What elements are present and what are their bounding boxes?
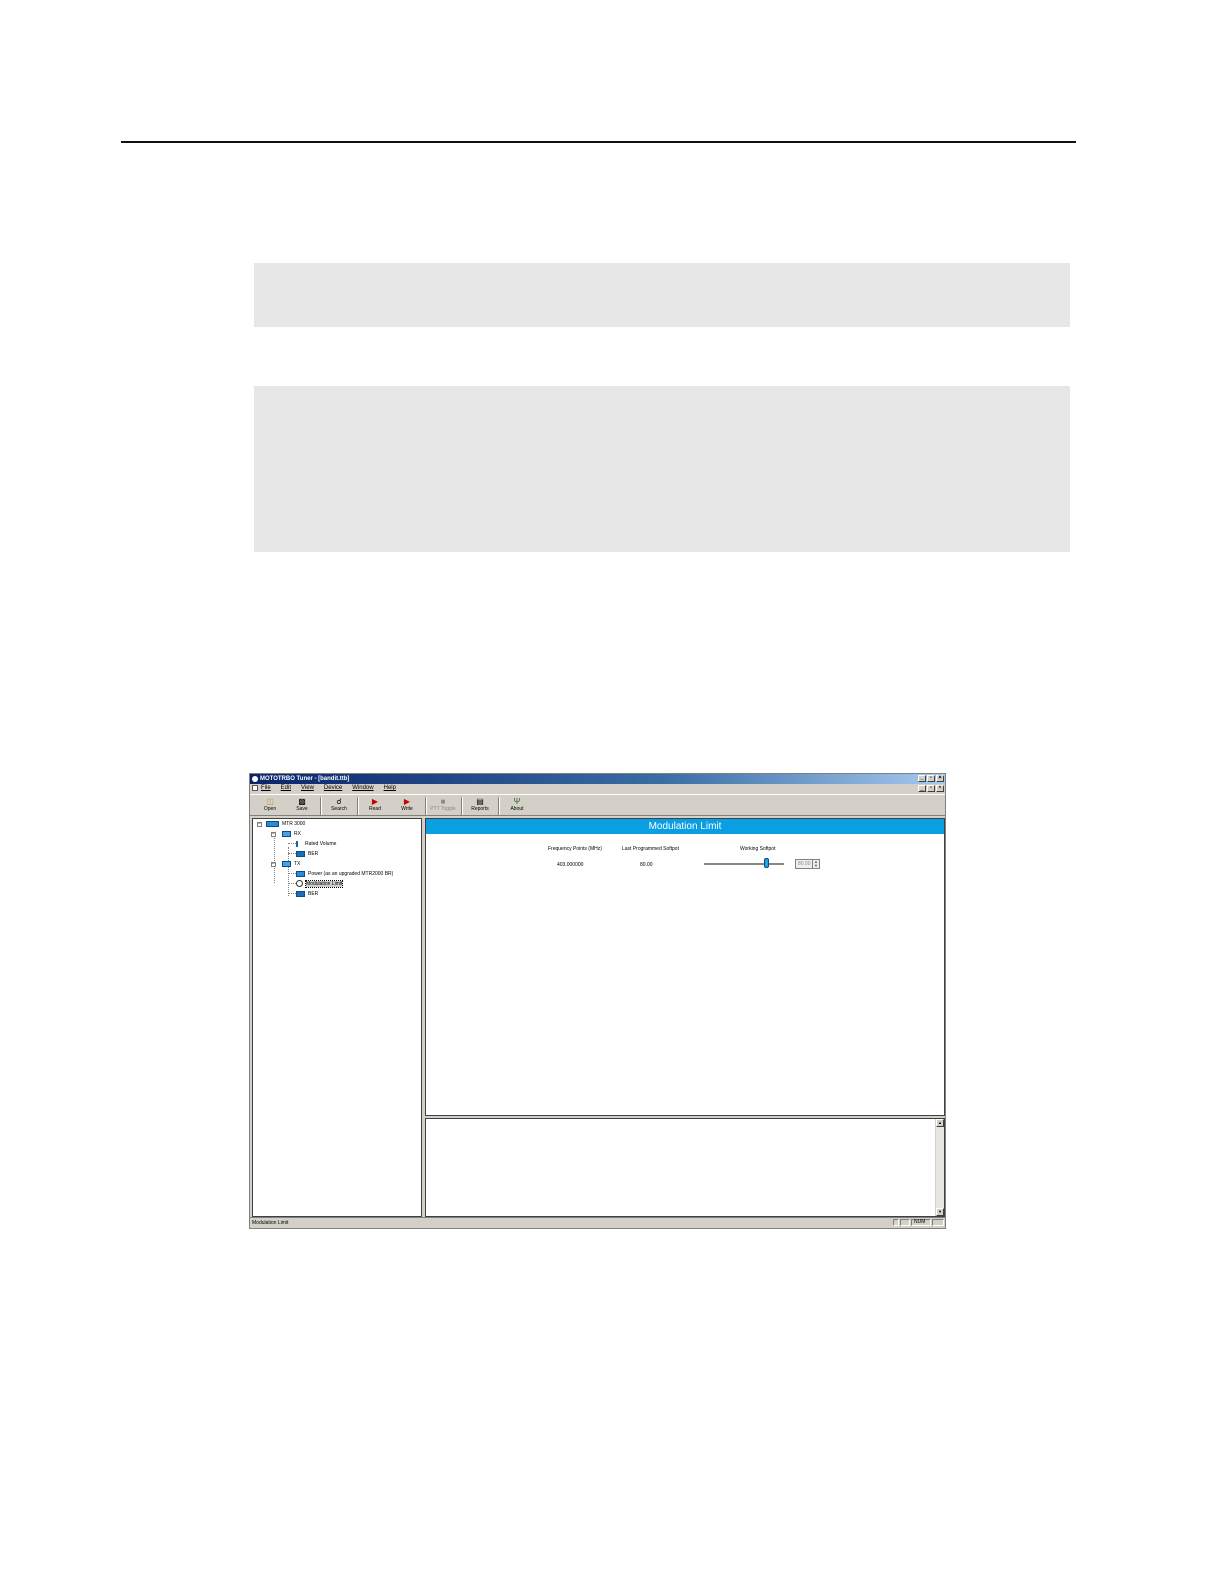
toolbar-separator	[425, 797, 427, 815]
reports-button[interactable]: ▤ Reports	[465, 796, 495, 816]
repeater-icon	[266, 820, 279, 827]
close-button[interactable]: ×	[936, 775, 944, 782]
title-bar[interactable]: MOTOTRBO Tuner - [bandit.ttb] _ ▫ ×	[250, 774, 945, 784]
toolbar-separator	[498, 797, 500, 815]
folder-icon	[282, 830, 291, 837]
document-controls: _ ▫ ×	[918, 785, 944, 793]
tree-item-rated-volume[interactable]: Rated Volume	[296, 840, 336, 849]
tuner-window: MOTOTRBO Tuner - [bandit.ttb] _ ▫ × File…	[249, 773, 946, 1229]
read-button[interactable]: ▶ Read	[360, 796, 390, 816]
doc-restore-button[interactable]: ▫	[927, 785, 935, 792]
slider-thumb[interactable]	[763, 858, 769, 868]
status-bar: Modulation Limit NUM	[250, 1217, 945, 1228]
app-icon	[252, 776, 258, 782]
spin-arrows[interactable]: ▲ ▼	[812, 860, 819, 868]
power-icon	[296, 870, 305, 877]
collapse-rx-toggle[interactable]: −	[271, 832, 276, 837]
open-button[interactable]: ◫ Open	[255, 796, 285, 816]
window-title: MOTOTRBO Tuner - [bandit.ttb]	[260, 776, 350, 782]
tree-item-power[interactable]: Power (as an upgraded MTR2000 BR)	[296, 870, 393, 879]
tree-line	[288, 873, 296, 874]
save-button[interactable]: ▩ Save	[287, 796, 317, 816]
toolbar-separator	[357, 797, 359, 815]
folder-icon	[282, 860, 291, 867]
ber-icon	[296, 890, 305, 897]
tree-item-rx-ber[interactable]: BER	[296, 850, 318, 859]
open-folder-icon: ◫	[266, 797, 274, 806]
minimize-button[interactable]: _	[918, 775, 926, 782]
toolbar-separator	[320, 797, 322, 815]
working-softpot-slider[interactable]	[704, 863, 784, 866]
frequency-header: Frequency Points (MHz)	[548, 846, 602, 852]
vertical-scrollbar[interactable]: ▲ ▼	[935, 1119, 944, 1216]
status-text: Modulation Limit	[252, 1220, 289, 1226]
tree-line	[288, 843, 296, 844]
collapse-root-toggle[interactable]: −	[257, 822, 262, 827]
menu-window[interactable]: Window	[352, 784, 373, 793]
toolbar: ◫ Open ▩ Save ☌ Search ▶ Read ▶ Write ■ …	[250, 794, 945, 816]
write-button[interactable]: ▶ Write	[392, 796, 422, 816]
menu-bar: File Edit View Device Window Help _ ▫ ×	[250, 784, 945, 793]
num-lock-indicator: NUM	[911, 1219, 931, 1226]
doc-close-button[interactable]: ×	[936, 785, 944, 792]
note-box-top	[254, 263, 1070, 327]
header-rule	[121, 141, 1076, 143]
read-icon: ▶	[371, 797, 379, 806]
tree-item-tx[interactable]: TX	[282, 860, 300, 869]
menu-file[interactable]: File	[261, 784, 271, 793]
ber-icon	[296, 850, 305, 857]
antenna-icon: Ψ	[513, 797, 521, 806]
note-box-bottom	[254, 386, 1070, 552]
tree-item-rx[interactable]: RX	[282, 830, 301, 839]
volume-icon	[296, 840, 302, 847]
tree-line	[274, 836, 275, 883]
working-softpot-header: Working Softpot	[740, 846, 776, 852]
write-icon: ▶	[403, 797, 411, 806]
working-softpot-value: 80.00	[798, 861, 811, 867]
tree-item-modulation-limit[interactable]: Modulation Limit	[296, 880, 344, 889]
tree-line	[288, 893, 296, 894]
menu-edit[interactable]: Edit	[281, 784, 291, 793]
frequency-value: 403.000000	[557, 862, 584, 868]
tree-line	[288, 867, 289, 896]
scroll-up-button[interactable]: ▲	[936, 1119, 944, 1127]
report-icon: ▤	[476, 797, 484, 806]
ptt-icon: ■	[440, 797, 446, 806]
status-pane	[932, 1219, 944, 1226]
modulation-limit-panel: Modulation Limit Frequency Points (MHz) …	[425, 818, 945, 1116]
menu-view[interactable]: View	[301, 784, 314, 793]
status-pane	[893, 1219, 899, 1226]
gauge-icon	[296, 880, 303, 888]
status-pane	[900, 1219, 910, 1226]
collapse-tx-toggle[interactable]: −	[271, 862, 276, 867]
tree-line	[288, 883, 296, 884]
window-controls: _ ▫ ×	[918, 775, 944, 783]
search-icon: ☌	[336, 797, 342, 806]
menu-help[interactable]: Help	[384, 784, 396, 793]
log-panel: ▲ ▼	[425, 1118, 945, 1217]
restore-button[interactable]: ▫	[927, 775, 935, 782]
last-softpot-value: 80.00	[640, 862, 653, 868]
menu-device[interactable]: Device	[324, 784, 342, 793]
last-softpot-header: Last Programmed Softpot	[622, 846, 679, 852]
tree-item-mtr3000[interactable]: MTR 3000	[266, 820, 305, 829]
tree-line	[288, 847, 289, 861]
tree-item-tx-ber[interactable]: BER	[296, 890, 318, 899]
search-button[interactable]: ☌ Search	[324, 796, 354, 816]
working-softpot-spinbox[interactable]: 80.00 ▲ ▼	[795, 859, 820, 869]
ptt-toggle-button[interactable]: ■ PTT Toggle	[428, 796, 458, 816]
toolbar-separator	[461, 797, 463, 815]
about-button[interactable]: Ψ About	[502, 796, 532, 816]
panel-title: Modulation Limit	[426, 819, 944, 834]
device-tree: − MTR 3000 − RX Rated Volume BER − TX Po…	[252, 818, 422, 1217]
tree-line	[288, 853, 296, 854]
document-icon[interactable]	[252, 785, 258, 791]
scroll-down-button[interactable]: ▼	[936, 1208, 944, 1216]
floppy-icon: ▩	[298, 797, 306, 806]
doc-minimize-button[interactable]: _	[918, 785, 926, 792]
